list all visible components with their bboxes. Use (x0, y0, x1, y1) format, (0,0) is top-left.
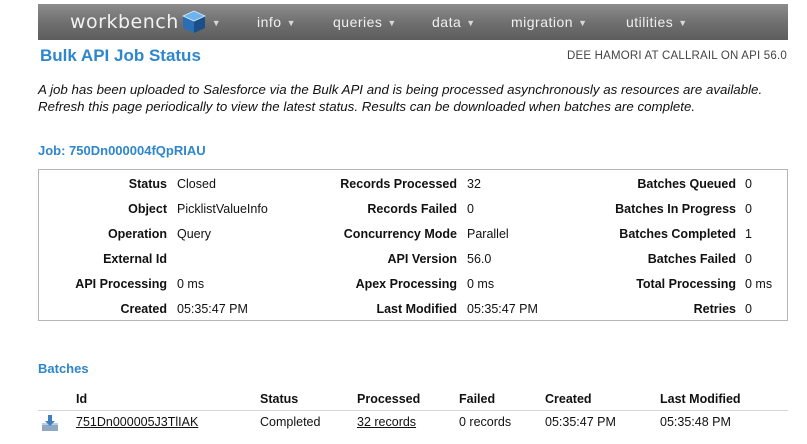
batch-status: Completed (260, 415, 321, 429)
retries-value: 0 (745, 302, 752, 316)
batches-in-progress-value: 0 (745, 202, 752, 216)
last-modified-label: Last Modified (376, 302, 457, 316)
page-title: Bulk API Job Status (40, 46, 201, 65)
batch-last-modified: 05:35:48 PM (660, 415, 731, 429)
apex-processing-value: 0 ms (467, 277, 495, 291)
top-nav-bar: workbench ▼ info ▼ queries ▼ data ▼ migr… (38, 4, 788, 40)
batch-failed: 0 records (459, 415, 512, 429)
batches-completed-label: Batches Completed (619, 227, 736, 241)
total-processing-value: 0 ms (745, 277, 773, 291)
batch-processed-link[interactable]: 32 records (357, 415, 416, 429)
menu-info-label: info (257, 14, 282, 30)
last-modified-value: 05:35:47 PM (467, 302, 538, 316)
chevron-down-icon: ▼ (466, 18, 476, 28)
created-label: Created (120, 302, 167, 316)
chevron-down-icon: ▼ (678, 18, 688, 28)
page-description: A job has been uploaded to Salesforce vi… (38, 82, 763, 114)
batches-header-failed: Failed (459, 392, 496, 406)
batches-in-progress-label: Batches In Progress (615, 202, 736, 216)
batches-header-processed: Processed (357, 392, 421, 406)
concurrency-mode-value: Parallel (467, 227, 509, 241)
menu-migration-label: migration (511, 14, 574, 30)
created-value: 05:35:47 PM (177, 302, 248, 316)
chevron-down-icon: ▼ (211, 18, 221, 28)
batches-header-status: Status (260, 392, 299, 406)
user-info: DEE HAMORI AT CALLRAIL ON API 56.0 (566, 50, 787, 62)
batches-failed-value: 0 (745, 252, 752, 266)
brand-name: workbench (70, 11, 179, 33)
records-failed-value: 0 (467, 202, 474, 216)
batch-created: 05:35:47 PM (545, 415, 616, 429)
batches-header-last-modified: Last Modified (660, 392, 741, 406)
menu-queries[interactable]: queries ▼ (333, 4, 397, 40)
object-label: Object (128, 202, 167, 216)
download-icon[interactable] (41, 414, 59, 432)
cube-logo-icon (181, 10, 206, 33)
object-value: PicklistValueInfo (177, 202, 268, 216)
menu-data-label: data (432, 14, 462, 30)
menu-utilities-label: utilities (626, 14, 674, 30)
concurrency-mode-label: Concurrency Mode (343, 227, 457, 241)
api-version-label: API Version (387, 252, 457, 266)
batches-section-title: Batches (38, 361, 89, 376)
records-processed-label: Records Processed (340, 177, 457, 191)
chevron-down-icon: ▼ (387, 18, 397, 28)
operation-value: Query (177, 227, 212, 241)
menu-utilities[interactable]: utilities ▼ (626, 4, 688, 40)
apex-processing-label: Apex Processing (355, 277, 457, 291)
records-processed-value: 32 (467, 177, 481, 191)
menu-info[interactable]: info ▼ (257, 4, 296, 40)
job-id-label: Job: 750Dn000004fQpRIAU (38, 143, 206, 158)
batches-header-created: Created (545, 392, 592, 406)
batches-completed-value: 1 (745, 227, 752, 241)
api-version-value: 56.0 (467, 252, 492, 266)
brand-menu[interactable]: workbench ▼ (70, 8, 221, 36)
status-label: Status (128, 177, 167, 191)
total-processing-label: Total Processing (636, 277, 736, 291)
records-failed-label: Records Failed (367, 202, 457, 216)
retries-label: Retries (693, 302, 736, 316)
batches-queued-label: Batches Queued (637, 177, 736, 191)
operation-label: Operation (107, 227, 167, 241)
table-divider (38, 410, 788, 411)
chevron-down-icon: ▼ (578, 18, 588, 28)
menu-migration[interactable]: migration ▼ (511, 4, 588, 40)
api-processing-value: 0 ms (177, 277, 205, 291)
menu-queries-label: queries (333, 14, 383, 30)
job-status-panel: Status Closed Object PicklistValueInfo O… (38, 169, 788, 321)
api-processing-label: API Processing (75, 277, 167, 291)
external-id-label: External Id (103, 252, 167, 266)
status-value: Closed (177, 177, 216, 191)
batches-queued-value: 0 (745, 177, 752, 191)
chevron-down-icon: ▼ (286, 18, 296, 28)
batches-failed-label: Batches Failed (647, 252, 736, 266)
menu-data[interactable]: data ▼ (432, 4, 476, 40)
batch-id-link[interactable]: 751Dn000005J3TlIAK (76, 415, 198, 429)
batches-header-id: Id (76, 392, 88, 406)
